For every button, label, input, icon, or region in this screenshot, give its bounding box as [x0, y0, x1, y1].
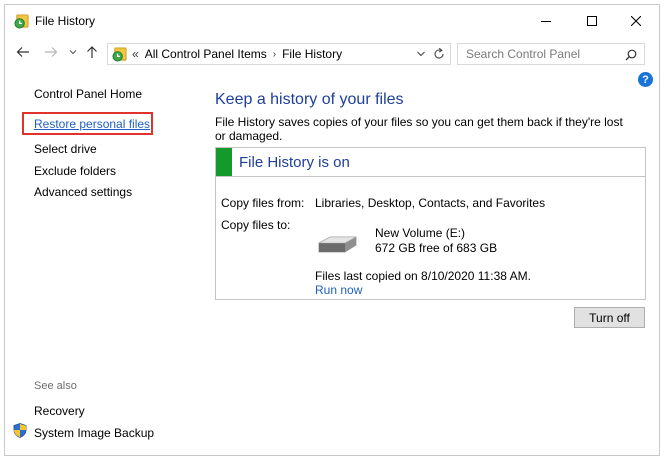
up-button[interactable] [85, 44, 99, 60]
exclude-folders-link[interactable]: Exclude folders [34, 164, 116, 178]
copy-from-label: Copy files from: [221, 196, 305, 210]
page-title: Keep a history of your files [215, 91, 404, 108]
breadcrumb-file-history[interactable]: File History [282, 47, 342, 61]
drive-free-space: 672 GB free of 683 GB [375, 241, 498, 255]
navigation-bar: « All Control Panel Items › File History [5, 39, 659, 67]
file-history-icon [14, 14, 29, 29]
system-image-backup-link[interactable]: System Image Backup [34, 426, 154, 440]
close-icon [631, 16, 641, 26]
title-bar: File History [5, 5, 659, 37]
copy-to-label: Copy files to: [221, 218, 291, 232]
recent-dropdown-icon [69, 50, 77, 55]
breadcrumb-all-control-panel-items[interactable]: All Control Panel Items [145, 47, 267, 61]
breadcrumb-overflow[interactable]: « [132, 47, 139, 61]
maximize-icon [587, 16, 597, 26]
control-panel-home-link[interactable]: Control Panel Home [34, 87, 142, 101]
restore-personal-files-link[interactable]: Restore personal files [34, 117, 150, 131]
forward-button[interactable] [43, 44, 59, 60]
search-icon[interactable] [625, 49, 637, 61]
chevron-down-icon[interactable] [416, 48, 426, 60]
drive-name: New Volume (E:) [375, 226, 466, 240]
minimize-icon [541, 21, 551, 22]
run-now-link[interactable]: Run now [315, 283, 362, 297]
back-arrow-icon [16, 47, 29, 57]
help-icon[interactable]: ? [638, 72, 653, 87]
turn-off-button[interactable]: Turn off [574, 307, 645, 328]
minimize-button[interactable] [523, 5, 569, 37]
restore-personal-files-highlight[interactable]: Restore personal files [22, 112, 153, 135]
advanced-settings-link[interactable]: Advanced settings [34, 185, 132, 199]
file-history-window: File History « All Control Panel Items ›… [4, 4, 660, 456]
last-copied-text: Files last copied on 8/10/2020 11:38 AM. [315, 269, 531, 283]
drive-icon [318, 236, 357, 253]
window-title: File History [35, 14, 96, 28]
status-header: File History is on [216, 148, 645, 177]
page-description: File History saves copies of your files … [215, 115, 623, 143]
address-bar[interactable]: « All Control Panel Items › File History [107, 43, 451, 65]
status-panel: File History is on Copy files from: Libr… [215, 147, 646, 300]
back-button[interactable] [15, 44, 31, 60]
recovery-link[interactable]: Recovery [34, 404, 85, 418]
maximize-button[interactable] [569, 5, 615, 37]
shield-icon [13, 423, 27, 438]
status-indicator [216, 148, 232, 176]
search-input[interactable] [457, 43, 645, 65]
file-history-icon [112, 46, 127, 62]
see-also-label: See also [34, 380, 77, 392]
select-drive-link[interactable]: Select drive [34, 142, 97, 156]
up-arrow-icon [87, 46, 97, 58]
breadcrumb-separator[interactable]: › [273, 49, 276, 60]
close-button[interactable] [613, 5, 659, 37]
refresh-icon[interactable] [432, 47, 446, 61]
recent-locations-button[interactable] [67, 44, 79, 60]
left-pane: Control Panel Home Restore personal file… [5, 67, 205, 457]
forward-arrow-icon [45, 47, 58, 57]
copy-from-value: Libraries, Desktop, Contacts, and Favori… [315, 196, 546, 210]
status-text: File History is on [239, 154, 350, 171]
